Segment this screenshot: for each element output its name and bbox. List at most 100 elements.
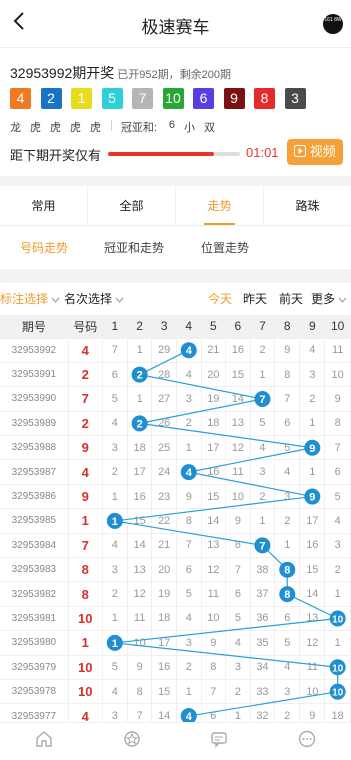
miss-cell: 5 (274, 630, 301, 656)
miss-cell: 6 (274, 411, 301, 437)
miss-cell: 6 (324, 459, 351, 485)
hit-cell (127, 411, 153, 437)
miss-cell: 5 (274, 435, 301, 461)
countdown-progress (108, 152, 240, 156)
subtab-1[interactable]: 冠亚和走势 (104, 227, 164, 269)
miss-cell: 4 (225, 630, 251, 656)
miss-cell: 2 (176, 411, 202, 437)
miss-cell: 4 (299, 338, 326, 363)
miss-cell: 36 (250, 606, 276, 632)
result-tags: 龙虎虎虎虎 | 冠亚和: 6 小双 (10, 119, 224, 135)
miss-cell: 4 (274, 655, 301, 680)
miss-cell: 27 (151, 386, 177, 412)
filter-yesterday[interactable]: 昨天 (243, 290, 267, 307)
miss-cell: 17 (127, 459, 153, 485)
miss-cell: 25 (151, 435, 177, 461)
subtab-2[interactable]: 位置走势 (201, 227, 249, 269)
result-ball: 6 (193, 88, 214, 109)
miss-cell: 4 (250, 435, 276, 461)
miss-cell: 12 (127, 581, 153, 607)
dragon-tiger-tag: 虎 (90, 122, 101, 134)
tab-0[interactable]: 常用 (0, 186, 88, 225)
miss-cell: 6 (176, 557, 202, 583)
issue-cell: 32953984 (0, 533, 69, 559)
miss-cell: 21 (201, 338, 227, 363)
filter-day-before[interactable]: 前天 (279, 290, 303, 307)
miss-cell: 1 (102, 484, 128, 510)
sum-value: 双 (204, 122, 216, 134)
miss-cell: 3 (250, 459, 276, 485)
mark-select[interactable]: 标注选择 (0, 290, 60, 307)
column-header: 9 (299, 315, 326, 339)
miss-cell: 9 (324, 386, 351, 412)
table-row: 32953980 1 10 17 3 9 4 35 5 12 1 (0, 630, 351, 656)
miss-cell: 17 (299, 508, 326, 534)
nav-item-0[interactable] (0, 723, 88, 760)
bottom-nav (0, 722, 351, 760)
miss-cell: 13 (299, 606, 326, 632)
miss-cell: 2 (299, 386, 326, 412)
play-icon (294, 145, 307, 157)
miss-cell: 7 (102, 338, 128, 363)
miss-cell: 8 (274, 362, 301, 388)
miss-cell: 3 (274, 679, 301, 705)
miss-cell: 10 (201, 606, 227, 632)
tab-1[interactable]: 全部 (88, 186, 176, 225)
brand-logo: 161 8W (323, 14, 343, 34)
miss-cell: 10 (299, 679, 326, 705)
miss-cell: 17 (151, 630, 177, 656)
miss-cell: 2 (250, 338, 276, 363)
winning-number-cell: 1 (68, 508, 103, 534)
miss-cell: 5 (102, 655, 128, 680)
tab-3[interactable]: 路珠 (264, 186, 351, 225)
filter-more[interactable]: 更多 (311, 290, 347, 307)
miss-cell: 11 (127, 606, 153, 632)
miss-cell: 1 (102, 606, 128, 632)
tab-2[interactable]: 走势 (176, 186, 264, 225)
issue-cell: 32953978 (0, 679, 69, 705)
main-tabs: 常用 全部 走势 路珠 (0, 186, 351, 226)
table-row: 32953982 8 2 12 19 5 11 6 37 14 1 (0, 581, 351, 607)
dragon-tiger-tag: 虎 (70, 122, 81, 134)
miss-cell: 38 (250, 557, 276, 583)
filter-today[interactable]: 今天 (208, 290, 232, 307)
column-header: 号码 (68, 315, 103, 339)
home-icon (34, 729, 54, 754)
miss-cell: 3 (299, 362, 326, 388)
winning-number-cell: 9 (68, 435, 103, 461)
miss-cell: 2 (176, 655, 202, 680)
page-title: 极速赛车 (141, 18, 210, 37)
miss-cell: 3 (102, 435, 128, 461)
miss-cell: 1 (274, 533, 301, 559)
miss-cell: 6 (225, 581, 251, 607)
nav-item-3[interactable] (263, 723, 351, 760)
miss-cell: 9 (225, 508, 251, 534)
miss-cell: 14 (127, 533, 153, 559)
hit-cell (274, 581, 301, 607)
miss-cell: 4 (102, 679, 128, 705)
table-row: 32953988 9 3 18 25 1 17 12 4 5 7 (0, 435, 351, 461)
table-row: 32953992 4 7 1 29 21 16 2 9 4 11 (0, 338, 351, 363)
miss-cell: 19 (151, 581, 177, 607)
draw-issue: 32953992期开奖 已开952期，剩余200期 (10, 63, 231, 83)
video-label: 视频 (309, 144, 336, 159)
miss-cell: 21 (151, 533, 177, 559)
miss-cell: 9 (201, 630, 227, 656)
table-row: 32953979 10 5 9 16 2 8 3 34 4 11 (0, 655, 351, 680)
sum-label: 冠亚和: (120, 122, 157, 134)
rank-select[interactable]: 名次选择 (64, 290, 124, 307)
subtab-0[interactable]: 号码走势 (20, 227, 68, 269)
result-ball: 9 (223, 88, 245, 109)
countdown-label: 距下期开奖仅有 (10, 148, 102, 163)
nav-item-1[interactable] (88, 723, 176, 760)
nav-item-2[interactable] (176, 723, 264, 760)
miss-cell: 15 (151, 679, 177, 705)
miss-cell: 20 (151, 557, 177, 583)
miss-cell: 6 (102, 362, 128, 388)
result-ball: 3 (284, 88, 306, 109)
winning-number-cell: 10 (68, 655, 103, 680)
table-row: 32953989 2 4 26 2 18 13 5 6 1 8 (0, 411, 351, 437)
video-button[interactable]: 视频 (287, 139, 343, 165)
table-row: 32953987 4 2 17 24 16 11 3 4 1 6 (0, 459, 351, 485)
filter-more-label: 更多 (311, 292, 336, 306)
